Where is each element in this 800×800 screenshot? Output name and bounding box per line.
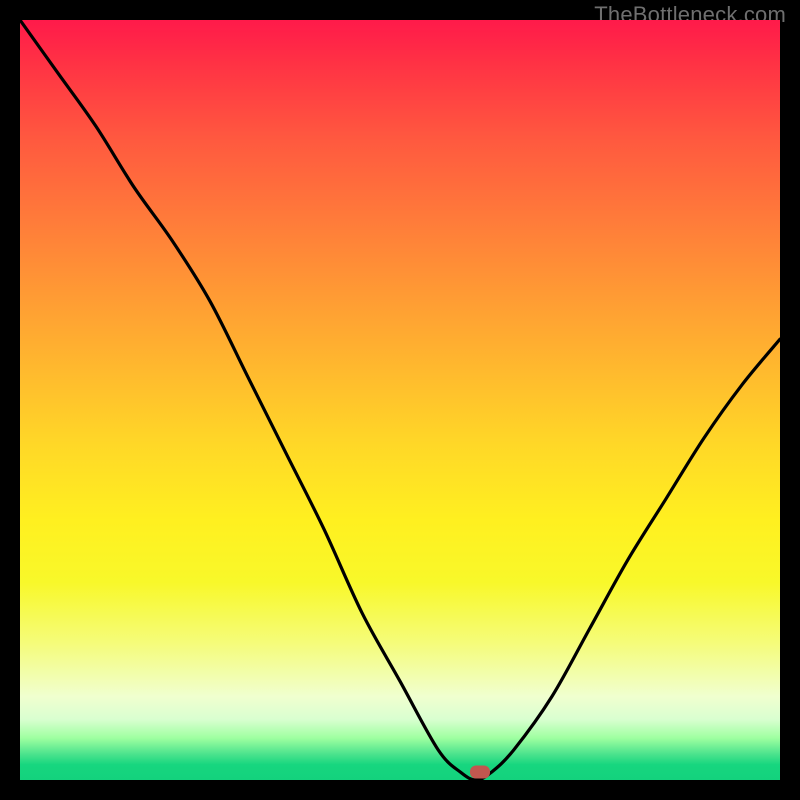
bottleneck-curve — [20, 20, 780, 780]
curve-path — [20, 20, 780, 780]
chart-frame: TheBottleneck.com — [0, 0, 800, 800]
plot-area — [20, 20, 780, 780]
optimal-point-marker — [470, 765, 490, 778]
